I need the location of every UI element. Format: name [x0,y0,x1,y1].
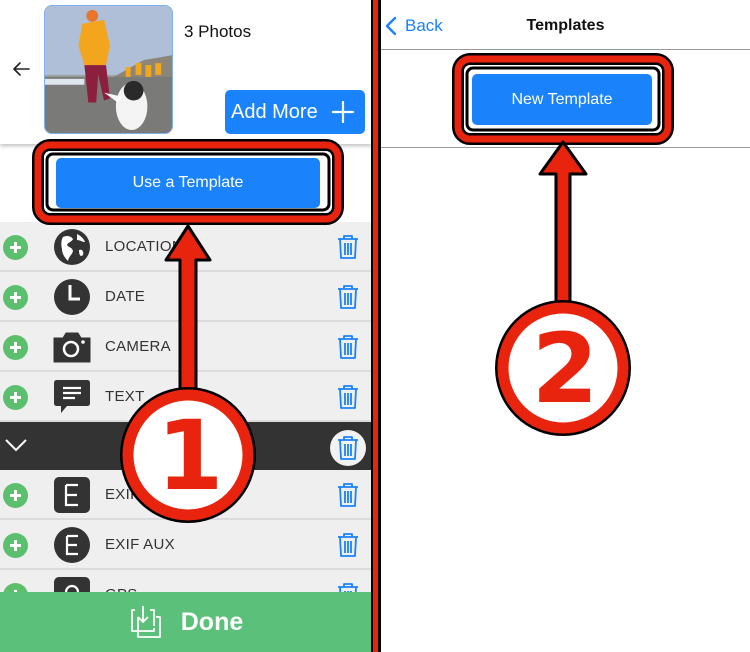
save-download-icon [130,606,161,638]
list-item[interactable]: EXIF AUX [0,520,372,570]
list-item[interactable]: DATE [0,272,372,322]
list-item[interactable]: LOCATION [0,222,372,272]
add-icon[interactable] [3,335,28,360]
photo-count: 3 Photos [184,22,252,41]
trash-icon[interactable] [336,384,360,410]
row-label: DATE [105,288,146,305]
add-icon[interactable] [3,483,28,508]
photo-header-card: 3 Photos Add More [0,0,372,144]
photo-thumbnail[interactable] [44,5,173,134]
plus-icon [331,100,355,124]
add-icon[interactable] [3,285,28,310]
exif-circle-icon [54,527,90,563]
row-label: EXIF AUX [105,536,175,553]
trash-icon[interactable] [336,234,360,260]
trash-icon[interactable] [336,482,360,508]
add-icon[interactable] [3,533,28,558]
templates-panel: Back Templates New Template [381,0,750,652]
add-icon[interactable] [3,385,28,410]
panel-divider [371,0,381,652]
exif-square-icon [54,477,90,513]
chevron-down-icon[interactable] [4,435,28,455]
globe-icon [54,229,90,265]
trash-icon[interactable] [336,284,360,310]
new-template-button[interactable]: New Template [472,74,652,125]
list-item[interactable]: CAMERA [0,322,372,372]
row-label: CAMERA [105,338,171,355]
row-label: LOCATION [105,238,183,255]
add-icon[interactable] [3,235,28,260]
list-item[interactable]: EXIF [0,470,372,520]
speech-bubble-icon [54,380,90,413]
done-button[interactable]: Done [0,592,372,652]
done-label: Done [180,607,244,636]
metadata-list: LOCATION DATE CAMERA TEXT EXIF EXIF AUX [0,222,372,620]
group-header[interactable] [0,422,372,470]
clock-icon [54,279,90,315]
add-more-button[interactable]: Add More [225,90,365,134]
trash-icon [338,436,358,460]
photo-editor-panel: 3 Photos Add More Use a Template LOCATIO… [0,0,372,652]
add-more-label: Add More [231,100,318,123]
group-delete-button[interactable] [330,430,366,466]
list-item[interactable]: TEXT [0,372,372,422]
row-label: TEXT [105,388,145,405]
new-template-section: New Template [381,50,750,148]
back-arrow-icon[interactable] [10,58,32,80]
camera-icon [53,332,91,363]
trash-icon[interactable] [336,334,360,360]
trash-icon[interactable] [336,532,360,558]
use-template-button[interactable]: Use a Template [56,158,320,208]
template-area: Use a Template [0,144,372,222]
page-title: Templates [526,17,605,34]
navigation-bar: Back Templates [381,0,750,50]
row-label: EXIF [105,486,140,503]
